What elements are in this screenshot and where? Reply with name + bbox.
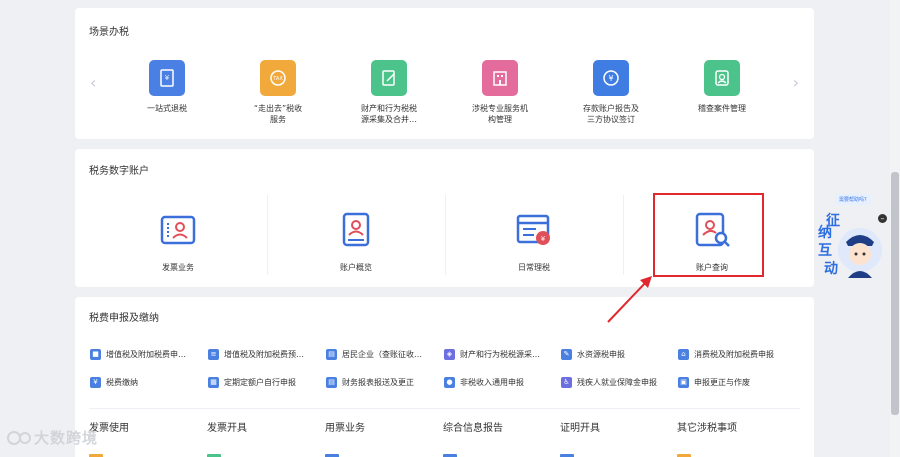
scene-next-arrow[interactable]: ›: [793, 73, 799, 92]
svg-text:¥: ¥: [608, 74, 613, 83]
svg-text:TAX: TAX: [272, 76, 283, 82]
scene-card: 场景办税 ‹ › ¥ 一站式退税 TAX “走出去”税收 服务 财产和行为税税 …: [75, 8, 814, 139]
edit-doc-icon: [371, 60, 407, 96]
tax-declare-card: 税费申报及缴纳 ■ 增值税及附加税费申… ≡ 增值税及附加税费预… ▤ 居民企业（查账…: [75, 297, 814, 457]
account-label: 日常理税: [518, 263, 550, 272]
layers-icon: ≡: [208, 348, 219, 360]
tab-certificate[interactable]: 证明开具: [560, 419, 600, 434]
declare-link[interactable]: ▦ 定期定额户自行申报: [208, 375, 296, 389]
scene-label: 一站式退税: [147, 104, 187, 113]
account-label: 发票业务: [162, 263, 194, 272]
declare-link[interactable]: ¥ 税费缴纳: [90, 375, 138, 389]
declare-title: 税费申报及缴纳: [89, 313, 159, 324]
scene-label: “走出去”税收 服务: [253, 104, 303, 124]
scene-label: 财产和行为税税 源采集及合并…: [361, 104, 417, 124]
fixed-quota-icon: ▦: [208, 376, 219, 388]
declare-link[interactable]: ♿ 残疾人就业保障金申报: [561, 375, 657, 389]
declare-link[interactable]: ▣ 申报更正与作废: [678, 375, 750, 389]
assistant-char: 动: [824, 261, 838, 277]
tab-invoice-issue[interactable]: 发票开具: [207, 419, 247, 434]
help-bubble[interactable]: 需要帮助吗?: [835, 194, 871, 205]
scrollbar[interactable]: [890, 0, 900, 457]
account-label: 账户概览: [340, 263, 372, 272]
tax-globe-icon: TAX: [260, 60, 296, 96]
scene-label: 涉税专业服务机 构管理: [472, 104, 528, 124]
svg-text:¥: ¥: [165, 74, 170, 82]
digital-account-card: 税务数字账户 发票业务 账户概览 ¥ 日常理税 账户查询: [75, 149, 814, 287]
assistant-widget[interactable]: 需要帮助吗? – 征 纳 互 动: [812, 194, 890, 284]
calendar-tax-icon: ¥: [516, 214, 550, 245]
declare-link[interactable]: ● 非税收入通用申报: [444, 375, 524, 389]
person-card-icon: [704, 60, 740, 96]
scene-label: 稽查案件管理: [698, 104, 746, 113]
assistant-char: 纳: [818, 225, 832, 241]
tab-info-report[interactable]: 综合信息报告: [443, 419, 503, 434]
tab-other-matters[interactable]: 其它涉税事项: [677, 419, 737, 434]
pointer-arrow-icon: [607, 276, 652, 323]
watermark: 大数跨境: [6, 427, 98, 448]
account-item-invoice[interactable]: 发票业务: [89, 204, 267, 274]
scene-item-agency[interactable]: 涉税专业服务机 构管理: [455, 60, 545, 125]
water-icon: ✎: [561, 348, 572, 360]
correction-icon: ▣: [678, 376, 689, 388]
scene-item-property-tax[interactable]: 财产和行为税税 源采集及合并…: [344, 60, 434, 125]
assistant-char: 互: [818, 243, 832, 259]
watermark-logo-icon: [7, 430, 31, 445]
scene-title: 场景办税: [89, 27, 129, 38]
report-icon: ▤: [326, 376, 337, 388]
scene-item-inspection[interactable]: 稽查案件管理: [677, 60, 767, 114]
scene-label: 存款账户报告及 三方协议签订: [583, 104, 639, 124]
highlight-box: [653, 193, 764, 277]
declare-link[interactable]: ◈ 财产和行为税税源采…: [444, 347, 540, 361]
property-tax-icon: ◈: [444, 348, 455, 360]
tabs-divider: [89, 408, 800, 409]
scene-item-deposit[interactable]: ¥ 存款账户报告及 三方协议签订: [566, 60, 656, 125]
scene-prev-arrow[interactable]: ‹: [90, 73, 96, 92]
account-item-overview[interactable]: 账户概览: [267, 204, 445, 274]
declare-link[interactable]: ≡ 增值税及附加税费预…: [208, 347, 304, 361]
invoice-user-icon: [160, 215, 196, 245]
building-icon: [482, 60, 518, 96]
scene-item-go-global[interactable]: TAX “走出去”税收 服务: [233, 60, 323, 125]
scrollbar-thumb[interactable]: [891, 172, 899, 415]
account-item-daily-tax[interactable]: ¥ 日常理税: [445, 204, 623, 274]
non-tax-icon: ●: [444, 376, 455, 388]
declare-link[interactable]: ■ 增值税及附加税费申…: [90, 347, 186, 361]
disability-icon: ♿: [561, 376, 572, 388]
yuan-badge-icon: ¥: [593, 60, 629, 96]
vat-icon: ■: [90, 348, 101, 360]
tab-ticket-business[interactable]: 用票业务: [325, 419, 365, 434]
enterprise-icon: ▤: [326, 348, 337, 360]
scene-item-refund[interactable]: ¥ 一站式退税: [122, 60, 212, 114]
receipt-icon: ¥: [149, 60, 185, 96]
watermark-text: 大数跨境: [34, 429, 99, 447]
account-title: 税务数字账户: [89, 166, 149, 177]
declare-link[interactable]: ▤ 居民企业（查账征收…: [326, 347, 422, 361]
basket-icon: ⌂: [678, 348, 689, 360]
declare-link[interactable]: ▤ 财务报表报送及更正: [326, 375, 414, 389]
tax-payment-icon: ¥: [90, 376, 101, 388]
declare-link[interactable]: ✎ 水资源税申报: [561, 347, 625, 361]
declare-link[interactable]: ⌂ 消费税及附加税费申报: [678, 347, 774, 361]
account-book-icon: [342, 212, 370, 247]
svg-text:¥: ¥: [541, 235, 546, 243]
